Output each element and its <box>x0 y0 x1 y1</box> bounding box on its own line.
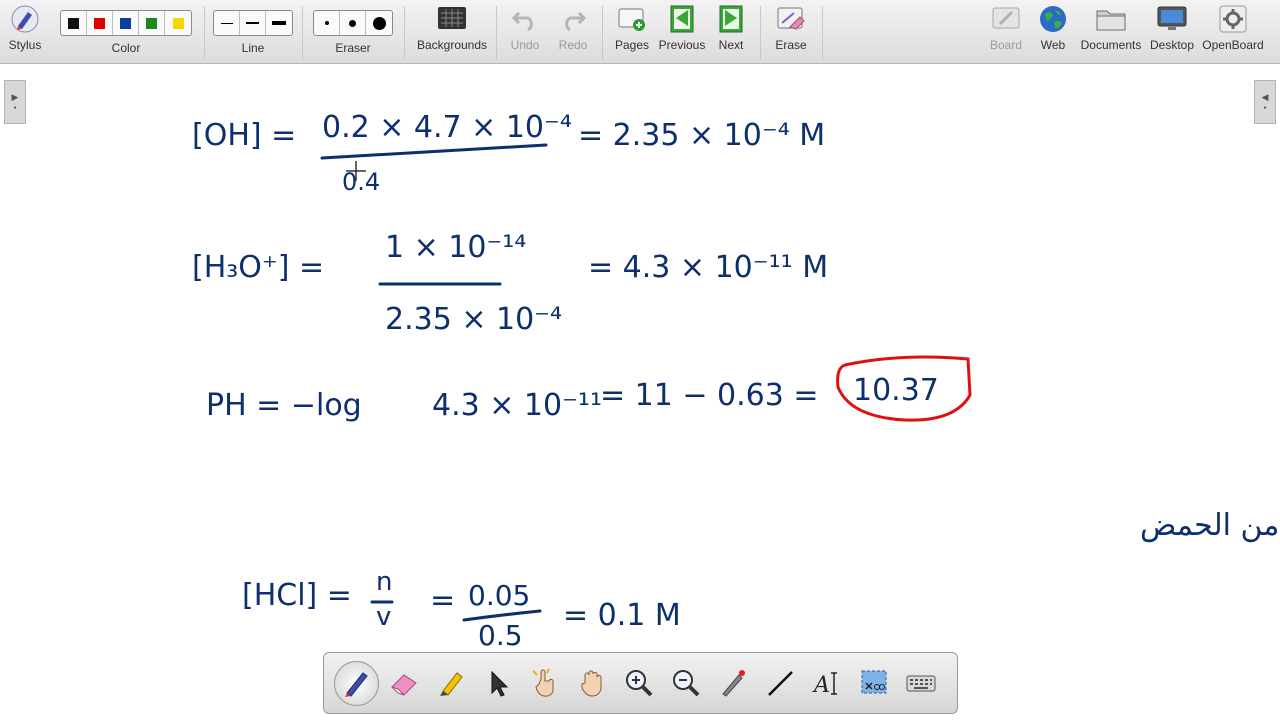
redo-button[interactable]: Redo <box>554 0 592 64</box>
select-arrow-icon <box>491 670 508 697</box>
color-green[interactable] <box>139 11 165 35</box>
laser-pointer-icon <box>721 670 745 697</box>
eraser-small[interactable] <box>314 11 340 35</box>
interact-tool-button[interactable] <box>522 661 567 706</box>
pen-tool-button[interactable] <box>334 660 379 706</box>
pen-icon <box>344 672 368 697</box>
line-width-selector <box>213 10 293 36</box>
eq3-value: 4.3 × 10⁻¹¹ <box>432 388 602 423</box>
eq2-result: = 4.3 × 10⁻¹¹ M <box>588 250 828 285</box>
board-icon <box>992 7 1020 29</box>
documents-mode-button[interactable]: Documents <box>1080 0 1142 64</box>
line-tool-icon <box>767 671 793 696</box>
eq4-numerator-2: 0.05 <box>468 579 530 612</box>
pan-tool-button[interactable] <box>569 661 614 706</box>
keyboard-icon <box>906 675 935 692</box>
stylus-button[interactable]: Stylus <box>6 0 44 64</box>
eraser-large[interactable] <box>366 11 392 35</box>
highlighter-tool-button[interactable] <box>428 661 473 706</box>
eq4-equals: = <box>430 583 455 618</box>
zoom-in-icon <box>625 670 652 697</box>
previous-page-icon <box>670 5 694 33</box>
laser-pointer-button[interactable] <box>710 661 755 706</box>
virtual-keyboard-button[interactable] <box>898 661 943 706</box>
arabic-note: ب- اضافة 0.05mol من الحمض <box>1140 508 1280 543</box>
select-tool-button[interactable] <box>475 661 520 706</box>
eq2-numerator: 1 × 10⁻¹⁴ <box>385 230 526 265</box>
zoom-out-button[interactable] <box>663 661 708 706</box>
text-tool-button[interactable]: A <box>804 661 849 706</box>
pages-button[interactable]: Pages <box>612 0 652 64</box>
line-medium[interactable] <box>240 11 266 35</box>
eq4-result: = 0.1 M <box>563 598 681 633</box>
undo-button[interactable]: Undo <box>506 0 544 64</box>
zoom-out-icon <box>672 670 699 697</box>
zoom-in-button[interactable] <box>616 661 661 706</box>
eq4-denominator-2: 0.5 <box>478 619 523 652</box>
line-thick[interactable] <box>266 11 292 35</box>
line-tool-button[interactable] <box>757 661 802 706</box>
stylus-icon <box>11 5 39 33</box>
whiteboard-canvas[interactable]: [OH] = 0.2 × 4.7 × 10⁻⁴ 0.4 = 2.35 × 10⁻… <box>0 65 1280 720</box>
color-yellow[interactable] <box>165 11 191 35</box>
pages-icon <box>618 8 645 31</box>
eq3-left: PH = −log <box>206 388 362 423</box>
eq1-fraction-bar <box>320 143 548 160</box>
erase-page-button[interactable]: Erase <box>770 0 812 64</box>
line-group: Line <box>212 0 294 64</box>
eq1-numerator: 0.2 × 4.7 × 10⁻⁴ <box>322 110 572 145</box>
text-tool-icon: A <box>812 672 837 698</box>
color-group: Color <box>56 0 196 64</box>
web-mode-button[interactable]: Web <box>1034 0 1072 64</box>
eraser-icon <box>390 674 417 696</box>
redo-icon <box>565 11 587 31</box>
eraser-size-selector <box>313 10 393 36</box>
pan-hand-icon <box>581 670 602 697</box>
eraser-group: Eraser <box>312 0 394 64</box>
capture-icon <box>861 670 886 694</box>
eq3-answer: 10.37 <box>853 373 939 408</box>
next-page-icon <box>719 5 743 33</box>
eq4-numerator: n <box>376 567 392 597</box>
erase-icon <box>777 7 805 30</box>
eraser-medium[interactable] <box>340 11 366 35</box>
folder-icon <box>1096 10 1126 31</box>
backgrounds-icon <box>438 7 466 29</box>
eq2-left: [H₃O⁺] = <box>192 250 324 285</box>
eq1-denominator: 0.4 <box>342 168 380 196</box>
eq4-denominator: v <box>376 602 391 632</box>
svg-text:A: A <box>812 673 830 698</box>
handwriting-layer: [OH] = 0.2 × 4.7 × 10⁻⁴ 0.4 = 2.35 × 10⁻… <box>192 110 1280 652</box>
main-toolbar: Stylus Color Line Eraser Backgrounds Und… <box>0 0 1280 64</box>
capture-tool-button[interactable] <box>851 661 896 706</box>
desktop-mode-button[interactable]: Desktop <box>1148 0 1196 64</box>
color-black[interactable] <box>61 11 87 35</box>
line-thin[interactable] <box>214 11 240 35</box>
backgrounds-button[interactable]: Backgrounds <box>416 0 488 64</box>
interact-hand-icon <box>531 668 554 697</box>
undo-icon <box>511 11 533 31</box>
board-mode-button[interactable]: Board <box>986 0 1026 64</box>
gear-icon <box>1219 5 1247 33</box>
eq1-result: = 2.35 × 10⁻⁴ M <box>578 118 825 153</box>
eq4-left: [HCl] = <box>242 578 352 613</box>
color-blue[interactable] <box>113 11 139 35</box>
eq1-left: [OH] = <box>192 118 296 153</box>
next-page-button[interactable]: Next <box>712 0 750 64</box>
monitor-icon <box>1157 6 1187 30</box>
color-red[interactable] <box>87 11 113 35</box>
globe-icon <box>1040 6 1066 32</box>
eraser-tool-button[interactable] <box>381 661 426 706</box>
previous-page-button[interactable]: Previous <box>658 0 706 64</box>
highlighter-icon <box>439 672 463 696</box>
openboard-menu-button[interactable]: OpenBoard <box>1202 0 1264 64</box>
color-selector <box>60 10 192 36</box>
eq2-denominator: 2.35 × 10⁻⁴ <box>385 302 562 337</box>
stylus-palette: A <box>323 652 958 714</box>
eq3-calculation: = 11 − 0.63 = <box>600 378 819 413</box>
